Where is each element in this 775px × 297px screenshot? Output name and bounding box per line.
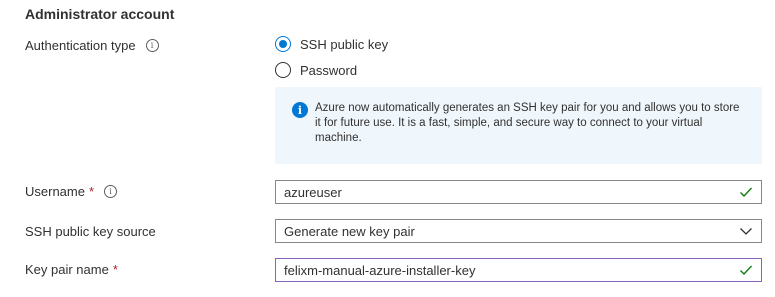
info-filled-icon: i bbox=[292, 102, 308, 118]
radio-button-unchecked[interactable] bbox=[275, 62, 291, 78]
key-name-label-text: Key pair name bbox=[25, 262, 109, 277]
chevron-down-icon bbox=[740, 228, 752, 235]
key-name-input[interactable]: felixm-manual-azure-installer-key bbox=[275, 258, 762, 282]
info-icon[interactable]: i bbox=[104, 185, 118, 198]
required-marker: * bbox=[112, 262, 118, 277]
auth-type-label-text: Authentication type bbox=[25, 38, 136, 53]
info-message-text: Azure now automatically generates an SSH… bbox=[315, 102, 740, 144]
key-source-dropdown[interactable]: Generate new key pair bbox=[275, 219, 762, 243]
section-title: Administrator account bbox=[25, 6, 175, 22]
radio-ssh-public-key[interactable]: SSH public key bbox=[275, 36, 388, 52]
key-source-label: SSH public key source bbox=[25, 224, 156, 239]
checkmark-icon bbox=[740, 265, 753, 276]
key-source-value: Generate new key pair bbox=[284, 223, 415, 239]
info-message-box: i Azure now automatically generates an S… bbox=[275, 87, 762, 164]
radio-label-ssh: SSH public key bbox=[300, 36, 389, 52]
key-source-label-text: SSH public key source bbox=[25, 224, 156, 239]
radio-label-password: Password bbox=[300, 62, 358, 78]
info-icon[interactable]: i bbox=[145, 39, 159, 52]
key-name-label: Key pair name * bbox=[25, 262, 118, 277]
radio-button-checked[interactable] bbox=[275, 36, 291, 52]
username-input[interactable]: azureuser bbox=[275, 180, 762, 204]
username-label-text: Username bbox=[25, 184, 85, 199]
radio-password[interactable]: Password bbox=[275, 62, 357, 78]
checkmark-icon bbox=[740, 187, 753, 198]
key-name-value: felixm-manual-azure-installer-key bbox=[284, 262, 476, 278]
auth-type-label: Authentication type i bbox=[25, 38, 159, 53]
username-value: azureuser bbox=[284, 184, 342, 200]
username-label: Username * i bbox=[25, 184, 118, 199]
required-marker: * bbox=[88, 184, 95, 199]
